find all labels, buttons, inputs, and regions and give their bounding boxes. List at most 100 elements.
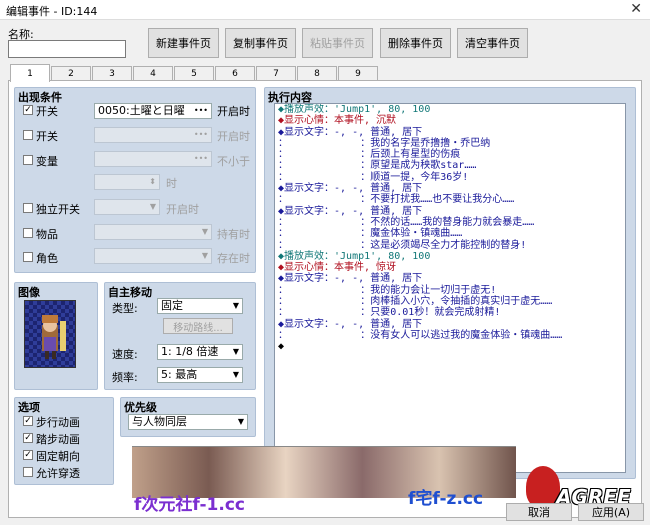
command-row[interactable]: ◆播放声效：'Jump1', 80, 100 xyxy=(275,104,625,115)
tab-1[interactable]: 1 xyxy=(10,64,50,82)
more-icon: ••• xyxy=(193,154,208,163)
chevron-down-icon: ▼ xyxy=(232,347,239,356)
command-row[interactable]: ◆显示文字：-, -, 普通, 居下 xyxy=(275,206,625,217)
command-row[interactable]: ◆显示心情：本事件, 沉默 xyxy=(275,115,625,126)
through-checkbox[interactable] xyxy=(23,467,33,477)
direction-fix-label: 固定朝向 xyxy=(36,450,80,463)
chevron-down-icon: ▼ xyxy=(201,227,208,236)
delete-page-button[interactable]: 删除事件页 xyxy=(380,28,451,58)
character-sprite[interactable] xyxy=(24,300,76,368)
command-row[interactable]: ： ：我的能力会让一切归于虚无! xyxy=(275,285,625,296)
actor-select[interactable]: ▼ xyxy=(94,248,212,264)
command-row[interactable]: ◆显示文字：-, -, 普通, 居下 xyxy=(275,183,625,194)
speed-select[interactable]: 1: 1/8 倍速 ▼ xyxy=(157,344,243,360)
switch2-suffix: 开启时 xyxy=(217,130,250,143)
variable-suffix: 不小于 xyxy=(217,155,250,168)
more-icon: ••• xyxy=(193,106,208,115)
switch1-select[interactable]: 0050:土曜と日曜 ••• xyxy=(94,103,212,119)
item-suffix: 持有时 xyxy=(217,228,250,241)
switch2-checkbox[interactable] xyxy=(23,130,33,140)
frequency-label: 频率: xyxy=(112,371,138,384)
tab-9[interactable]: 9 xyxy=(338,66,378,81)
walk-anim-checkbox[interactable]: ✓ xyxy=(23,416,33,426)
self-switch-checkbox[interactable] xyxy=(23,203,33,213)
command-row[interactable]: ◆显示文字：-, -, 普通, 居下 xyxy=(275,273,625,284)
walk-anim-label: 步行动画 xyxy=(36,416,80,429)
self-switch-label: 独立开关 xyxy=(36,203,80,216)
watermark-mid: f宅f-z.cc xyxy=(408,489,484,509)
command-row[interactable]: ： ：这是必须竭尽全力才能控制的替身! xyxy=(275,240,625,251)
switch1-checkbox[interactable]: ✓ xyxy=(23,105,33,115)
command-row[interactable]: ： ：只要0.01秒！就会完成射精! xyxy=(275,307,625,318)
priority-select[interactable]: 与人物同层 ▼ xyxy=(128,414,248,430)
event-command-list[interactable]: ◆播放声效：'Jump1', 80, 100 ◆显示心情：本事件, 沉默 ◆显示文字… xyxy=(274,103,626,473)
chevron-down-icon: ▼ xyxy=(201,251,208,260)
cancel-button[interactable]: 取消 xyxy=(506,503,572,521)
apply-button[interactable]: 应用(A) xyxy=(578,503,644,521)
window-title: 编辑事件 - ID:144 xyxy=(6,5,98,18)
switch1-label: 开关 xyxy=(36,105,58,118)
new-page-button[interactable]: 新建事件页 xyxy=(148,28,219,58)
command-row[interactable]: ： ：没有女人可以逃过我的魔金体验・镇魂曲…… xyxy=(275,330,625,341)
command-row[interactable]: ◆显示文字：-, -, 普通, 居下 xyxy=(275,319,625,330)
chevron-down-icon: ▼ xyxy=(232,301,239,310)
tab-4[interactable]: 4 xyxy=(133,66,173,81)
mascot-icon xyxy=(526,466,560,508)
command-row[interactable]: ： ：后颈上有星型的伤痕 xyxy=(275,149,625,160)
item-select[interactable]: ▼ xyxy=(94,224,212,240)
self-switch-select[interactable]: ▼ xyxy=(94,199,160,215)
command-row[interactable]: ： ：肉棒插入小穴，令抽插的真实归于虚无…… xyxy=(275,296,625,307)
tab-2[interactable]: 2 xyxy=(51,66,91,81)
move-type-select[interactable]: 固定 ▼ xyxy=(157,298,243,314)
type-label: 类型: xyxy=(112,302,138,315)
speed-label: 速度: xyxy=(112,348,138,361)
paste-page-button[interactable]: 粘贴事件页 xyxy=(302,28,373,58)
command-row[interactable]: ： ：魔金体验・镇魂曲…… xyxy=(275,228,625,239)
tab-5[interactable]: 5 xyxy=(174,66,214,81)
watermark-left: f次元社f-1.cc xyxy=(134,495,245,515)
command-row[interactable]: ： ：我的名字是乔撸撸・乔巴纳 xyxy=(275,138,625,149)
autonomous-title: 自主移动 xyxy=(108,286,152,299)
command-row[interactable]: ： ：不然的话……我的替身能力就会暴走…… xyxy=(275,217,625,228)
command-row[interactable]: ： ：不要打扰我……也不要让我分心…… xyxy=(275,194,625,205)
variable-checkbox[interactable] xyxy=(23,155,33,165)
options-title: 选项 xyxy=(18,401,40,414)
direction-fix-checkbox[interactable]: ✓ xyxy=(23,450,33,460)
tab-8[interactable]: 8 xyxy=(297,66,337,81)
command-row[interactable]: ： ：原望是成为秧歌star…… xyxy=(275,160,625,171)
clear-page-button[interactable]: 清空事件页 xyxy=(457,28,528,58)
command-row[interactable]: ◆显示心情：本事件, 惊讶 xyxy=(275,262,625,273)
variable-label: 变量 xyxy=(36,155,58,168)
step-anim-label: 踏步动画 xyxy=(36,433,80,446)
step-anim-checkbox[interactable]: ✓ xyxy=(23,433,33,443)
command-row[interactable]: ◆ xyxy=(275,341,625,352)
image-title: 图像 xyxy=(18,286,40,299)
name-input[interactable] xyxy=(8,40,126,58)
spinner-icon: ⬍ xyxy=(149,177,156,186)
command-row[interactable]: ： ：顺道一提，今年36岁! xyxy=(275,172,625,183)
command-row[interactable]: ◆播放声效：'Jump1', 80, 100 xyxy=(275,251,625,262)
switch2-select[interactable]: ••• xyxy=(94,127,212,143)
close-icon[interactable]: ✕ xyxy=(630,1,642,17)
frequency-select[interactable]: 5: 最高 ▼ xyxy=(157,367,243,383)
variable-value-spinner[interactable]: ⬍ xyxy=(94,174,160,190)
self-switch-suffix: 开启时 xyxy=(166,203,199,216)
move-route-button[interactable]: 移动路线... xyxy=(163,318,233,334)
tab-7[interactable]: 7 xyxy=(256,66,296,81)
actor-checkbox[interactable] xyxy=(23,252,33,262)
more-icon: ••• xyxy=(193,130,208,139)
switch1-suffix: 开启时 xyxy=(217,105,250,118)
variable-unit: 时 xyxy=(166,177,177,190)
chevron-down-icon: ▼ xyxy=(149,202,156,211)
copy-page-button[interactable]: 复制事件页 xyxy=(225,28,296,58)
tab-6[interactable]: 6 xyxy=(215,66,255,81)
item-label: 物品 xyxy=(36,228,58,241)
through-label: 允许穿透 xyxy=(36,467,80,480)
variable-select[interactable]: ••• xyxy=(94,151,212,167)
tab-3[interactable]: 3 xyxy=(92,66,132,81)
item-checkbox[interactable] xyxy=(23,228,33,238)
title-bar: 编辑事件 - ID:144 ✕ xyxy=(0,0,650,20)
command-row[interactable]: ◆显示文字：-, -, 普通, 居下 xyxy=(275,127,625,138)
actor-suffix: 存在时 xyxy=(217,252,250,265)
chevron-down-icon: ▼ xyxy=(232,370,239,379)
